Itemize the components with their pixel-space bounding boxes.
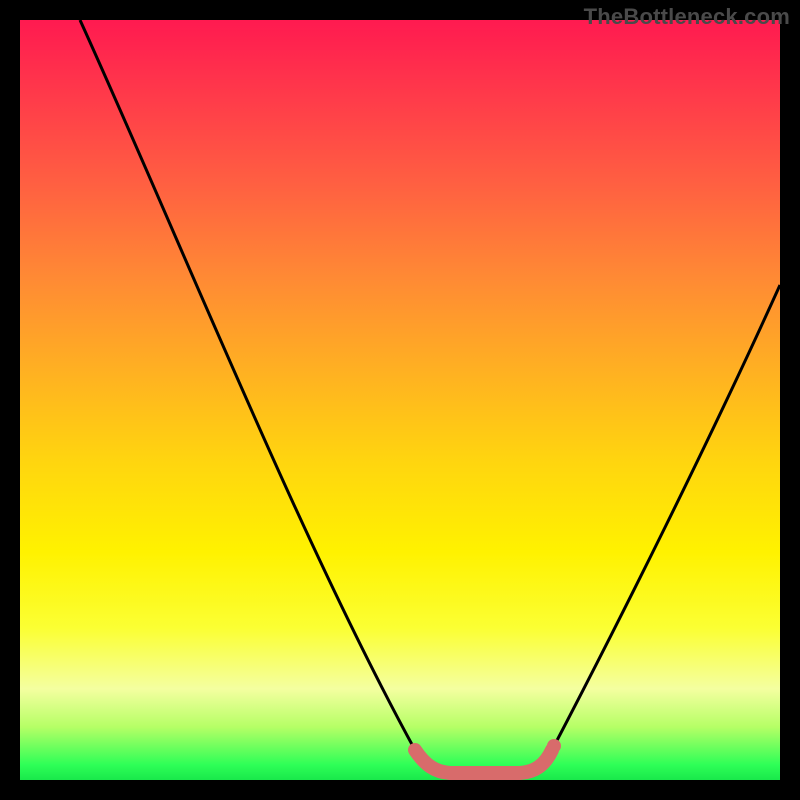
bottleneck-curve [20,20,780,780]
valley-end-dot [547,739,561,753]
curve-valley [415,750,552,773]
watermark-text: TheBottleneck.com [584,4,790,30]
curve-right [552,285,780,750]
chart-frame: TheBottleneck.com [0,0,800,800]
curve-left [80,20,415,750]
